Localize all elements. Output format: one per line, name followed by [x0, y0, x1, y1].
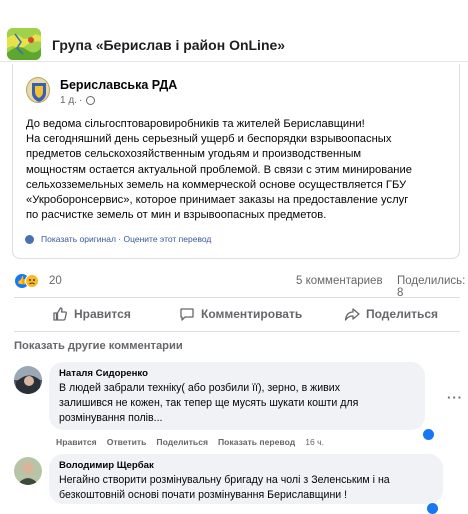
post-time[interactable]: 1 д. [60, 95, 77, 106]
like-button[interactable]: Нравится [52, 306, 131, 322]
divider [14, 331, 460, 332]
translation-links: Показать оригинал · Оцените этот перевод [25, 234, 211, 244]
translate-gear-icon [25, 235, 34, 244]
comment-text-line: безкоштовній основі почати розмінування … [59, 489, 348, 501]
comment-item: Наталя Сидоренко В людей забрали техніку… [14, 360, 463, 452]
share-button[interactable]: Поделиться [344, 306, 438, 322]
group-title[interactable]: Група «Берислав і район OnLine» [52, 37, 285, 53]
reactions-count[interactable]: 20 [49, 275, 62, 287]
comment-text: Негайно створити розмінувальну бригаду н… [59, 473, 433, 503]
post-text-line: До ведома сільгосптоваровиробників та жи… [26, 118, 365, 130]
post-text-line: по расчистке земель от мин и взрывоопасн… [26, 209, 327, 222]
post-text-line: предметов сельскохозяйственным угодьям и… [26, 148, 362, 161]
comment-share-link[interactable]: Поделиться [156, 437, 208, 447]
sad-reaction-icon [25, 274, 39, 288]
comment-item: Володимир Щербак Негайно створити розмін… [14, 452, 460, 514]
group-header: Група «Берислав і район OnLine» [0, 0, 468, 62]
post-text-line: На сегодняшний день серьезный ущерб и бе… [26, 133, 392, 146]
globe-icon [86, 96, 96, 105]
group-map-thumbnail-icon[interactable] [7, 28, 41, 60]
comment-text-line: В людей забрали техніку( або розбили її)… [59, 382, 340, 394]
comment-author[interactable]: Наталя Сидоренко [59, 368, 415, 379]
avatar[interactable] [14, 457, 42, 485]
divider [14, 297, 460, 298]
avatar[interactable] [14, 366, 42, 394]
comment-like-badge-icon[interactable] [426, 502, 439, 514]
comment-text-line: Негайно створити розмінувальну бригаду н… [59, 474, 390, 486]
post-text-line: мощностям остается актуальной проблемой.… [26, 163, 412, 176]
comment-text-line: розмінування полів... [59, 412, 163, 424]
shares-count[interactable]: Поделились: 8 [397, 275, 465, 299]
post-text-line: сельхозземельных земель на коммерческой … [26, 178, 407, 191]
comment-reply-link[interactable]: Ответить [107, 437, 147, 447]
post-actions: Нравится Комментировать Поделиться [14, 300, 460, 328]
reaction-icons[interactable]: 👍 [15, 273, 45, 289]
like-button-label: Нравится [74, 307, 131, 321]
comment-bubble: Володимир Щербак Негайно створити розмін… [49, 454, 443, 504]
comment-text-line: залишився не кожен, так тепер ще мусять … [59, 397, 359, 409]
comments-count[interactable]: 5 комментариев [296, 275, 383, 287]
post-text: До ведома сільгосптоваровиробників та жи… [26, 117, 456, 223]
reactions-row: 👍 20 5 комментариев Поделились: 8 [15, 272, 465, 299]
share-button-label: Поделиться [366, 307, 439, 321]
comment-button[interactable]: Комментировать [179, 306, 302, 322]
share-arrow-icon [344, 308, 360, 321]
comment-translate-link[interactable]: Показать перевод [218, 437, 295, 447]
comment-icon [180, 308, 194, 321]
post-text-line: «Укроборонсервис», которое принимает зак… [26, 194, 409, 207]
comment-like-link[interactable]: Нравится [56, 437, 97, 447]
comment-actions: Нравится Ответить Поделиться Показать пе… [56, 437, 324, 447]
translate-links-text[interactable]: Показать оригинал · Оцените этот перевод [41, 234, 211, 244]
comment-like-badge-icon[interactable] [422, 428, 435, 441]
comment-button-label: Комментировать [201, 307, 303, 321]
comment-author[interactable]: Володимир Щербак [59, 460, 433, 471]
shared-post-card: Бериславська РДА 1 д. · До ведома сільго… [12, 64, 460, 259]
post-author[interactable]: Бериславська РДА [60, 78, 177, 92]
show-more-comments-link[interactable]: Показать другие комментарии [14, 340, 183, 352]
more-options-icon[interactable]: ··· [447, 390, 463, 405]
avatar[interactable] [26, 77, 50, 103]
comment-bubble: Наталя Сидоренко В людей забрали техніку… [49, 362, 425, 430]
comment-time[interactable]: 16 ч. [305, 437, 324, 447]
separator-dot: · [78, 95, 83, 106]
thumbs-up-icon [53, 307, 67, 321]
post-meta: 1 д. · [60, 95, 96, 106]
comment-text: В людей забрали техніку( або розбили її)… [59, 381, 415, 426]
